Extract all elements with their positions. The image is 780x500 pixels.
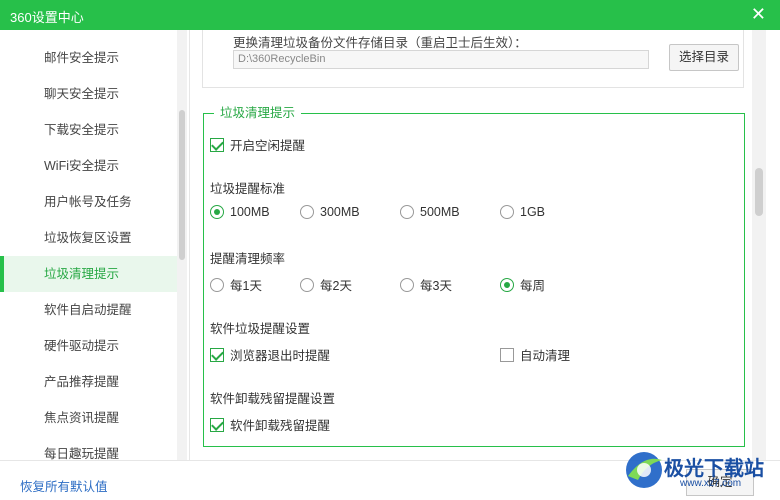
radio-500mb[interactable]: 500MB (400, 205, 460, 219)
watermark-text: 极光下载站 (664, 456, 764, 480)
sidebar-scroll-thumb[interactable] (179, 110, 185, 260)
frequency-title: 提醒清理频率 (210, 252, 286, 266)
idle-reminder-checkbox[interactable]: 开启空闲提醒 (210, 135, 305, 154)
sidebar-item-label: 聊天安全提示 (44, 87, 120, 101)
junk-cleanup-group: 垃圾清理提示 开启空闲提醒 垃圾提醒标准 100MB 300MB 500MB 1… (203, 106, 745, 447)
sidebar: 邮件安全提示 聊天安全提示 下载安全提示 WiFi安全提示 用户帐号及任务 垃圾… (0, 30, 190, 460)
sidebar-item-junk-cleanup[interactable]: 垃圾清理提示 (0, 256, 177, 292)
sidebar-item-label: 硬件驱动提示 (44, 339, 120, 353)
sidebar-item-autostart[interactable]: 软件自启动提醒 (0, 292, 177, 328)
sidebar-item-daily-fun[interactable]: 每日趣玩提醒 (0, 436, 177, 460)
sidebar-item-drivers[interactable]: 硬件驱动提示 (0, 328, 177, 364)
title-bar: 360设置中心 ✕ (0, 0, 780, 30)
radio-every-1-day[interactable]: 每1天 (210, 275, 262, 294)
watermark-url: www.xz7.com (680, 478, 742, 489)
radio-label: 每1天 (230, 279, 262, 293)
close-icon[interactable]: ✕ (751, 4, 766, 24)
sidebar-item-news[interactable]: 焦点资讯提醒 (0, 400, 177, 436)
sidebar-item-label: 产品推荐提醒 (44, 375, 120, 389)
radio-dot-icon[interactable] (500, 205, 514, 219)
sidebar-item-mail-security[interactable]: 邮件安全提示 (0, 40, 177, 76)
sidebar-item-recycle-settings[interactable]: 垃圾恢复区设置 (0, 220, 177, 256)
radio-label: 每3天 (420, 279, 452, 293)
idle-reminder-label: 开启空闲提醒 (230, 139, 306, 153)
sidebar-item-label: 邮件安全提示 (44, 51, 120, 65)
radio-1gb[interactable]: 1GB (500, 205, 545, 219)
radio-100mb[interactable]: 100MB (210, 205, 270, 219)
sidebar-item-label: 用户帐号及任务 (44, 195, 132, 209)
uninstall-residual-label: 软件卸载残留提醒 (230, 419, 331, 433)
main-scroll-thumb[interactable] (755, 168, 763, 216)
watermark-icon (626, 452, 662, 488)
check-icon[interactable] (210, 137, 224, 152)
main-scrollbar[interactable] (752, 30, 766, 460)
check-icon[interactable] (500, 347, 514, 362)
radio-dot-icon[interactable] (300, 277, 314, 292)
browser-exit-checkbox[interactable]: 浏览器退出时提醒 (210, 345, 330, 364)
sidebar-item-chat-security[interactable]: 聊天安全提示 (0, 76, 177, 112)
sidebar-item-label: 焦点资讯提醒 (44, 411, 120, 425)
radio-label: 300MB (320, 205, 360, 219)
radio-weekly[interactable]: 每周 (500, 275, 545, 294)
check-icon[interactable] (210, 417, 224, 432)
radio-label: 100MB (230, 205, 270, 219)
check-icon[interactable] (210, 347, 224, 362)
radio-label: 500MB (420, 205, 460, 219)
sidebar-item-label: 下载安全提示 (44, 123, 120, 137)
radio-label: 每周 (520, 279, 546, 293)
sidebar-item-label: 软件自启动提醒 (44, 303, 132, 317)
auto-clean-checkbox[interactable]: 自动清理 (500, 345, 570, 364)
uninstall-residual-checkbox[interactable]: 软件卸载残留提醒 (210, 415, 330, 434)
sidebar-item-label: WiFi安全提示 (44, 159, 119, 173)
sidebar-item-label: 垃圾恢复区设置 (44, 231, 132, 245)
radio-label: 每2天 (320, 279, 352, 293)
watermark-logo: 极光下载站 www.xz7.com (618, 444, 780, 496)
main-panel: 更换清理垃圾备份文件存储目录（重启卫士后生效）： D:\360RecycleBi… (190, 30, 780, 460)
group-title: 垃圾清理提示 (214, 106, 302, 120)
choose-directory-button[interactable]: 选择目录 (669, 44, 739, 71)
radio-every-2-days[interactable]: 每2天 (300, 275, 352, 294)
radio-dot-icon[interactable] (300, 205, 314, 219)
radio-dot-icon[interactable] (400, 205, 414, 219)
backup-section: 更换清理垃圾备份文件存储目录（重启卫士后生效）： D:\360RecycleBi… (202, 30, 744, 88)
sidebar-scrollbar[interactable] (177, 30, 187, 460)
window-title: 360设置中心 (10, 10, 84, 25)
sidebar-item-product-recommend[interactable]: 产品推荐提醒 (0, 364, 177, 400)
backup-path-field[interactable]: D:\360RecycleBin (233, 50, 649, 69)
radio-dot-icon[interactable] (210, 277, 224, 292)
sidebar-item-label: 垃圾清理提示 (44, 267, 120, 281)
radio-label: 1GB (520, 205, 546, 219)
auto-clean-label: 自动清理 (520, 349, 571, 363)
uninstall-title: 软件卸载残留提醒设置 (210, 392, 336, 406)
sidebar-item-account-tasks[interactable]: 用户帐号及任务 (0, 184, 177, 220)
radio-dot-icon[interactable] (400, 277, 414, 292)
standard-title: 垃圾提醒标准 (210, 182, 286, 196)
radio-dot-icon[interactable] (500, 277, 514, 292)
browser-exit-label: 浏览器退出时提醒 (230, 349, 331, 363)
radio-every-3-days[interactable]: 每3天 (400, 275, 452, 294)
radio-300mb[interactable]: 300MB (300, 205, 360, 219)
software-junk-title: 软件垃圾提醒设置 (210, 322, 311, 336)
radio-dot-icon[interactable] (210, 205, 224, 219)
sidebar-item-label: 每日趣玩提醒 (44, 447, 120, 460)
sidebar-item-wifi-security[interactable]: WiFi安全提示 (0, 148, 177, 184)
backup-dir-label: 更换清理垃圾备份文件存储目录（重启卫士后生效）： (233, 36, 527, 50)
sidebar-item-download-security[interactable]: 下载安全提示 (0, 112, 177, 148)
restore-defaults-link[interactable]: 恢复所有默认值 (20, 476, 108, 495)
